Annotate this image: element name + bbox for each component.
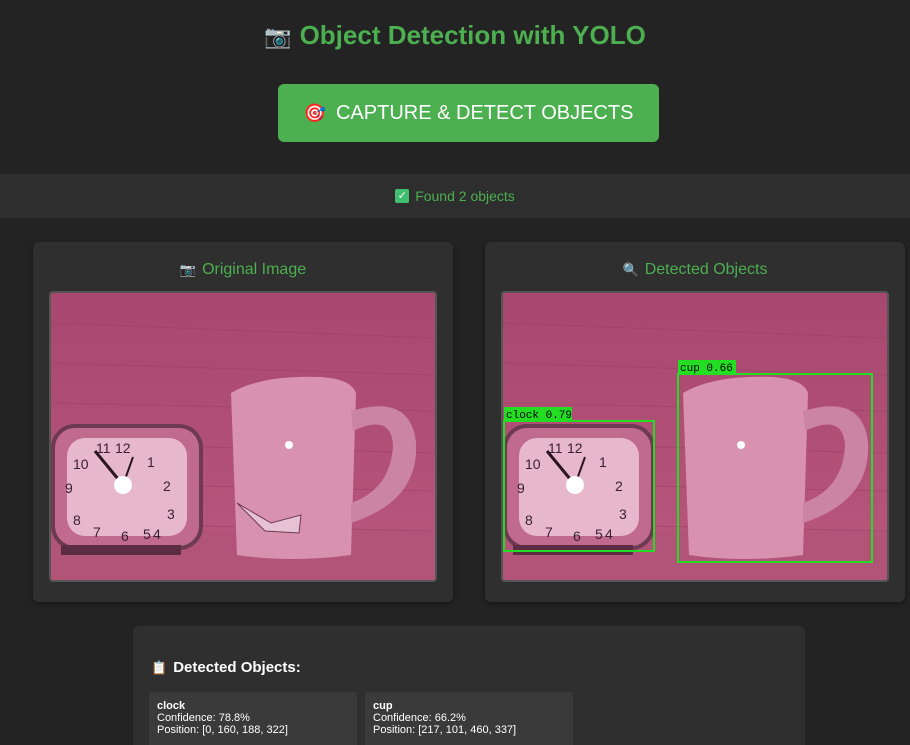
svg-text:8: 8 [73,512,81,528]
detection-position: Position: [217, 101, 460, 337] [373,724,517,736]
svg-text:12: 12 [567,440,583,456]
svg-text:7: 7 [545,524,553,540]
detection-position: Position: [0, 160, 188, 322] [157,724,288,736]
svg-text:2: 2 [615,478,623,494]
detection-name: clock [157,700,186,712]
camera-icon: 📷 [264,24,292,49]
checkmark-icon: ✓ [395,189,410,203]
detection-confidence: Confidence: 78.8% [157,712,250,724]
clipboard-icon: 📋 [151,660,168,675]
detected-image-title: 🔍 Detected Objects [485,261,905,279]
svg-text:6: 6 [121,528,129,544]
detection-name: cup [373,700,393,712]
target-icon: 🎯 [303,102,326,123]
original-image: 12 1 2 3 4 10 11 9 8 7 6 5 [49,291,437,582]
svg-text:5: 5 [595,526,603,542]
detected-image-title-text: Detected Objects [644,261,768,278]
detections-list-title-text: Detected Objects: [173,659,301,676]
detected-image: 12 1 2 3 4 10 11 9 8 7 6 5 clock 0.79 cu… [501,291,889,582]
svg-text:10: 10 [525,456,541,472]
svg-text:2: 2 [163,478,171,494]
page-title-text: Object Detection with YOLO [299,20,646,50]
detection-confidence: Confidence: 66.2% [373,712,466,724]
magnifier-icon: 🔍 [622,262,639,277]
detections-list-panel: 📋 Detected Objects: clock Confidence: 78.… [133,626,805,745]
original-image-panel: 📷 Original Image 12 1 2 3 4 10 11 9 8 7 … [33,242,453,602]
svg-text:4: 4 [605,526,613,542]
svg-text:3: 3 [619,506,627,522]
svg-text:7: 7 [93,524,101,540]
svg-text:9: 9 [517,480,525,496]
svg-text:4: 4 [153,526,161,542]
status-text: Found 2 objects [415,188,515,204]
status-bar: ✓ Found 2 objects [0,174,910,218]
svg-text:12: 12 [115,440,131,456]
original-image-title-text: Original Image [202,261,307,278]
cup-box-label: cup 0.66 [680,363,733,375]
svg-text:1: 1 [147,454,155,470]
svg-text:1: 1 [599,454,607,470]
detections-list-title: 📋 Detected Objects: [151,659,301,676]
detected-image-panel: 🔍 Detected Objects 12 1 2 3 4 10 11 9 8 … [485,242,905,602]
svg-text:9: 9 [65,480,73,496]
svg-text:8: 8 [525,512,533,528]
detection-card-cup: cup Confidence: 66.2% Position: [217, 10… [365,692,573,745]
detection-card-clock: clock Confidence: 78.8% Position: [0, 16… [149,692,357,745]
clock-box-label: clock 0.79 [506,410,572,422]
capture-detect-button[interactable]: 🎯 CAPTURE & DETECT OBJECTS [278,84,659,142]
original-photo: 12 1 2 3 4 10 11 9 8 7 6 5 [51,293,435,580]
capture-detect-label: CAPTURE & DETECT OBJECTS [335,101,634,124]
svg-text:3: 3 [167,506,175,522]
svg-text:5: 5 [143,526,151,542]
svg-text:10: 10 [73,456,89,472]
camera-icon: 📷 [179,262,197,277]
detected-photo: 12 1 2 3 4 10 11 9 8 7 6 5 clock 0.79 cu… [503,293,887,580]
page-title: 📷 Object Detection with YOLO [0,20,910,51]
original-image-title: 📷 Original Image [33,261,453,279]
svg-text:6: 6 [573,528,581,544]
